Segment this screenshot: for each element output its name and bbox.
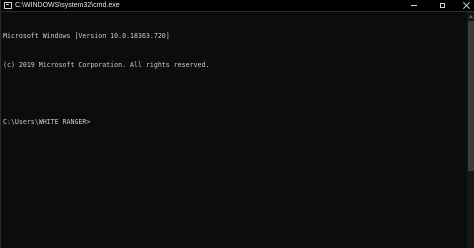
- console-line-blank: [3, 89, 465, 99]
- maximize-icon: [439, 3, 445, 8]
- command-prompt[interactable]: C:\Users\WHITE RANGER>: [3, 118, 465, 128]
- vertical-scrollbar[interactable]: [467, 12, 474, 248]
- maximize-button[interactable]: [429, 0, 455, 11]
- close-button[interactable]: [453, 0, 474, 11]
- close-icon: [463, 2, 470, 9]
- minimize-icon: [411, 5, 417, 6]
- scroll-up-arrow-icon[interactable]: [469, 15, 473, 18]
- console-line-version: Microsoft Windows [Version 10.0.18363.72…: [3, 32, 170, 40]
- console-line-copyright: (c) 2019 Microsoft Corporation. All righ…: [3, 60, 210, 69]
- window-title: C:\WINDOWS\system32\cmd.exe: [15, 2, 120, 9]
- title-bar[interactable]: C:\WINDOWS\system32\cmd.exe: [1, 0, 474, 12]
- scrollbar-thumb[interactable]: [468, 21, 474, 171]
- console-app-icon[interactable]: [4, 2, 12, 9]
- cmd-window: C:\WINDOWS\system32\cmd.exe Microsoft Wi…: [0, 0, 474, 248]
- minimize-button[interactable]: [401, 0, 427, 11]
- console-output[interactable]: Microsoft Windows [Version 10.0.18363.72…: [3, 13, 465, 248]
